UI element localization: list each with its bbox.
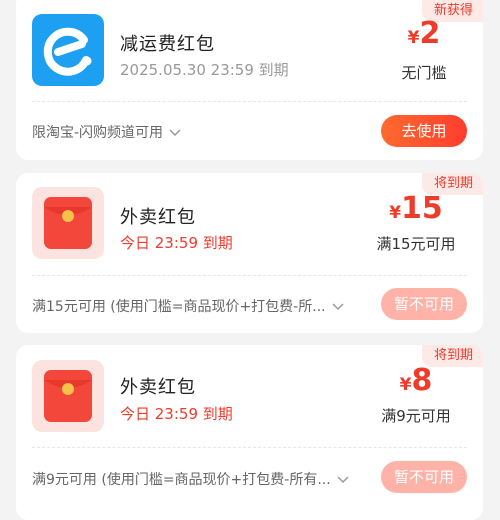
coupon-card-takeout-8[interactable]: 将到期 外卖红包 今日 23:59 到期 ¥8 满9元可用 满9元可用 (使用门…: [16, 345, 483, 520]
red-envelope-icon: [32, 187, 104, 259]
coupon-amount: ¥2: [369, 16, 479, 51]
chevron-down-icon: [337, 472, 349, 488]
card-divider: [32, 101, 467, 102]
amount-value: 2: [419, 16, 441, 51]
card-divider: [32, 447, 467, 448]
usage-rule-dropdown[interactable]: 满15元可用 (使用门槛=商品现价+打包费-所...: [32, 296, 344, 316]
red-envelope-icon: [32, 360, 104, 432]
coupon-card-shipping[interactable]: 新获得 减运费红包 2025.05.30 23:59 到期 ¥2 无门槛 限淘宝…: [16, 0, 483, 160]
coupon-amount: ¥8: [361, 363, 471, 398]
coupon-expiry: 2025.05.30 23:59 到期: [120, 61, 289, 79]
usage-rule-text: 满15元可用 (使用门槛=商品现价+打包费-所...: [32, 299, 326, 315]
currency-symbol: ¥: [399, 375, 412, 395]
coupon-expiry: 今日 23:59 到期: [120, 405, 233, 423]
coupon-title: 外卖红包: [120, 377, 196, 398]
amount-value: 15: [401, 191, 443, 226]
chevron-down-icon: [332, 299, 344, 315]
chevron-down-icon: [169, 125, 181, 141]
coupon-title: 外卖红包: [120, 207, 196, 228]
currency-symbol: ¥: [389, 203, 402, 223]
unavailable-button[interactable]: 暂不可用: [381, 288, 467, 320]
coupon-card-takeout-15[interactable]: 将到期 外卖红包 今日 23:59 到期 ¥15 满15元可用 满15元可用 (…: [16, 173, 483, 333]
usage-rule-text: 满9元可用 (使用门槛=商品现价+打包费-所有...: [32, 472, 331, 488]
use-now-button[interactable]: 去使用: [381, 115, 467, 147]
unavailable-button[interactable]: 暂不可用: [381, 461, 467, 493]
eleme-logo-icon: [32, 14, 104, 86]
coupon-title: 减运费红包: [120, 34, 215, 55]
usage-scope-dropdown[interactable]: 限淘宝-闪购频道可用: [32, 122, 181, 142]
coupon-amount: ¥15: [361, 191, 471, 226]
coupon-condition: 满9元可用: [381, 407, 451, 425]
currency-symbol: ¥: [407, 28, 420, 48]
coupon-condition: 满15元可用: [376, 235, 456, 253]
usage-scope-text: 限淘宝-闪购频道可用: [32, 125, 164, 141]
coupon-condition: 无门槛: [401, 64, 447, 82]
amount-value: 8: [411, 363, 433, 398]
card-divider: [32, 275, 467, 276]
coupon-expiry: 今日 23:59 到期: [120, 234, 233, 252]
usage-rule-dropdown[interactable]: 满9元可用 (使用门槛=商品现价+打包费-所有...: [32, 469, 349, 489]
